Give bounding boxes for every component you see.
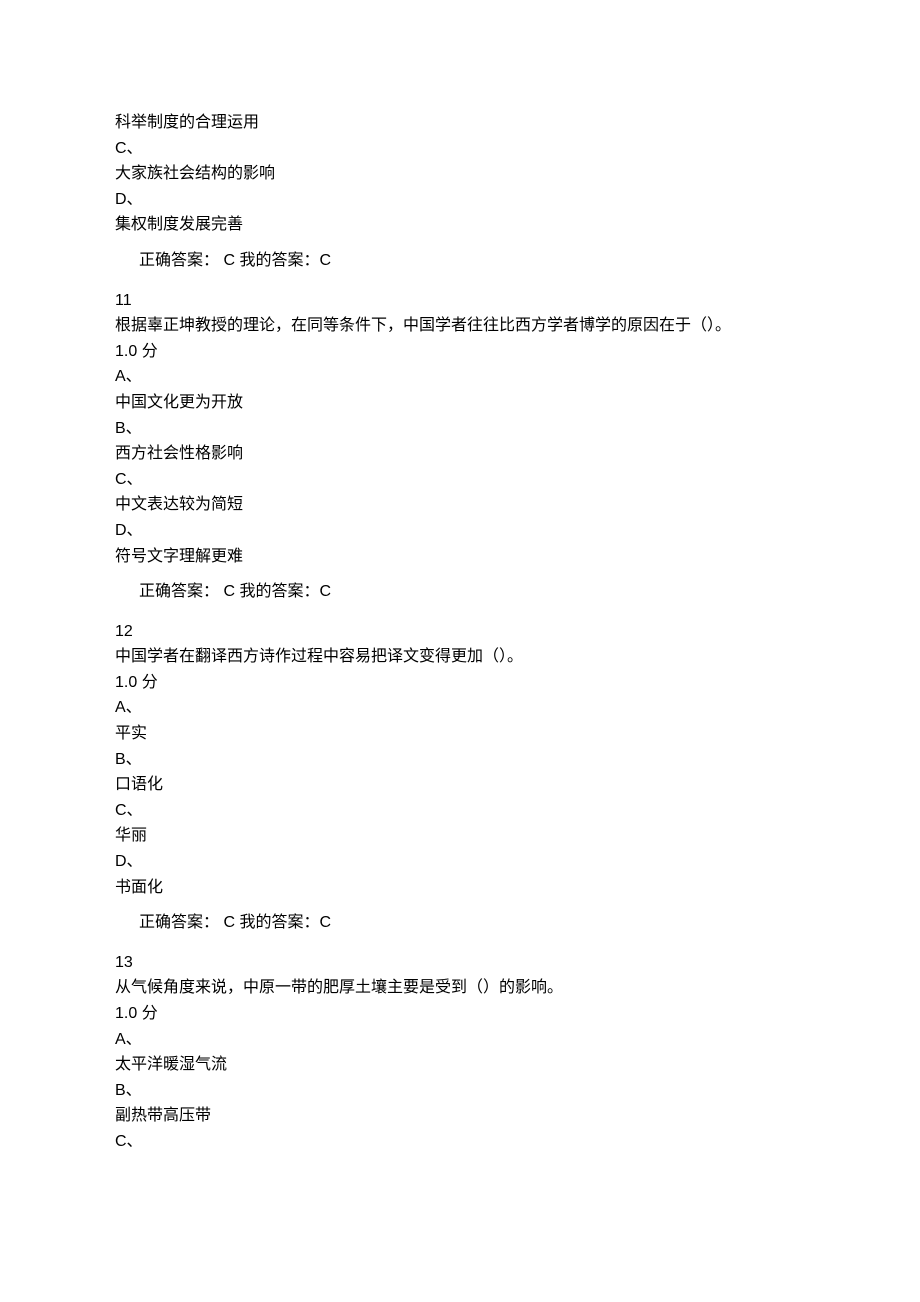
q12-answer: 正确答案： C 我的答案：C: [115, 910, 805, 936]
q11-option-c-label: C、: [115, 467, 805, 493]
q13-option-c-label: C、: [115, 1129, 805, 1155]
q12-option-c-text: 华丽: [115, 823, 805, 849]
q13-number: 13: [115, 950, 805, 976]
q13-points: 1.0 分: [115, 1001, 805, 1027]
q10-answer: 正确答案： C 我的答案：C: [115, 248, 805, 274]
q12-number: 12: [115, 619, 805, 645]
q11-option-a-label: A、: [115, 364, 805, 390]
q11-option-d-label: D、: [115, 518, 805, 544]
q11-option-a-text: 中国文化更为开放: [115, 390, 805, 416]
q11-answer: 正确答案： C 我的答案：C: [115, 579, 805, 605]
q13-option-a-text: 太平洋暖湿气流: [115, 1052, 805, 1078]
document-page: 科举制度的合理运用 C、 大家族社会结构的影响 D、 集权制度发展完善 正确答案…: [0, 0, 920, 1302]
q11-number: 11: [115, 288, 805, 314]
q12-stem: 中国学者在翻译西方诗作过程中容易把译文变得更加（）。: [115, 644, 805, 670]
q12-option-a-label: A、: [115, 695, 805, 721]
q11-option-b-text: 西方社会性格影响: [115, 441, 805, 467]
q10-option-c-label: C、: [115, 136, 805, 162]
q13-stem: 从气候角度来说，中原一带的肥厚土壤主要是受到（）的影响。: [115, 975, 805, 1001]
q12-option-d-label: D、: [115, 849, 805, 875]
q11-points: 1.0 分: [115, 339, 805, 365]
q10-option-b-text: 科举制度的合理运用: [115, 110, 805, 136]
q11-option-d-text: 符号文字理解更难: [115, 544, 805, 570]
q12-option-a-text: 平实: [115, 721, 805, 747]
q11-stem: 根据辜正坤教授的理论，在同等条件下，中国学者往往比西方学者博学的原因在于（）。: [115, 313, 805, 339]
q10-option-c-text: 大家族社会结构的影响: [115, 161, 805, 187]
q10-option-d-label: D、: [115, 187, 805, 213]
q12-option-c-label: C、: [115, 798, 805, 824]
q11-option-b-label: B、: [115, 416, 805, 442]
q12-option-b-text: 口语化: [115, 772, 805, 798]
q13-option-b-text: 副热带高压带: [115, 1103, 805, 1129]
q13-option-a-label: A、: [115, 1027, 805, 1053]
q12-option-b-label: B、: [115, 747, 805, 773]
q12-points: 1.0 分: [115, 670, 805, 696]
q12-option-d-text: 书面化: [115, 875, 805, 901]
q10-option-d-text: 集权制度发展完善: [115, 212, 805, 238]
q11-option-c-text: 中文表达较为简短: [115, 492, 805, 518]
q13-option-b-label: B、: [115, 1078, 805, 1104]
